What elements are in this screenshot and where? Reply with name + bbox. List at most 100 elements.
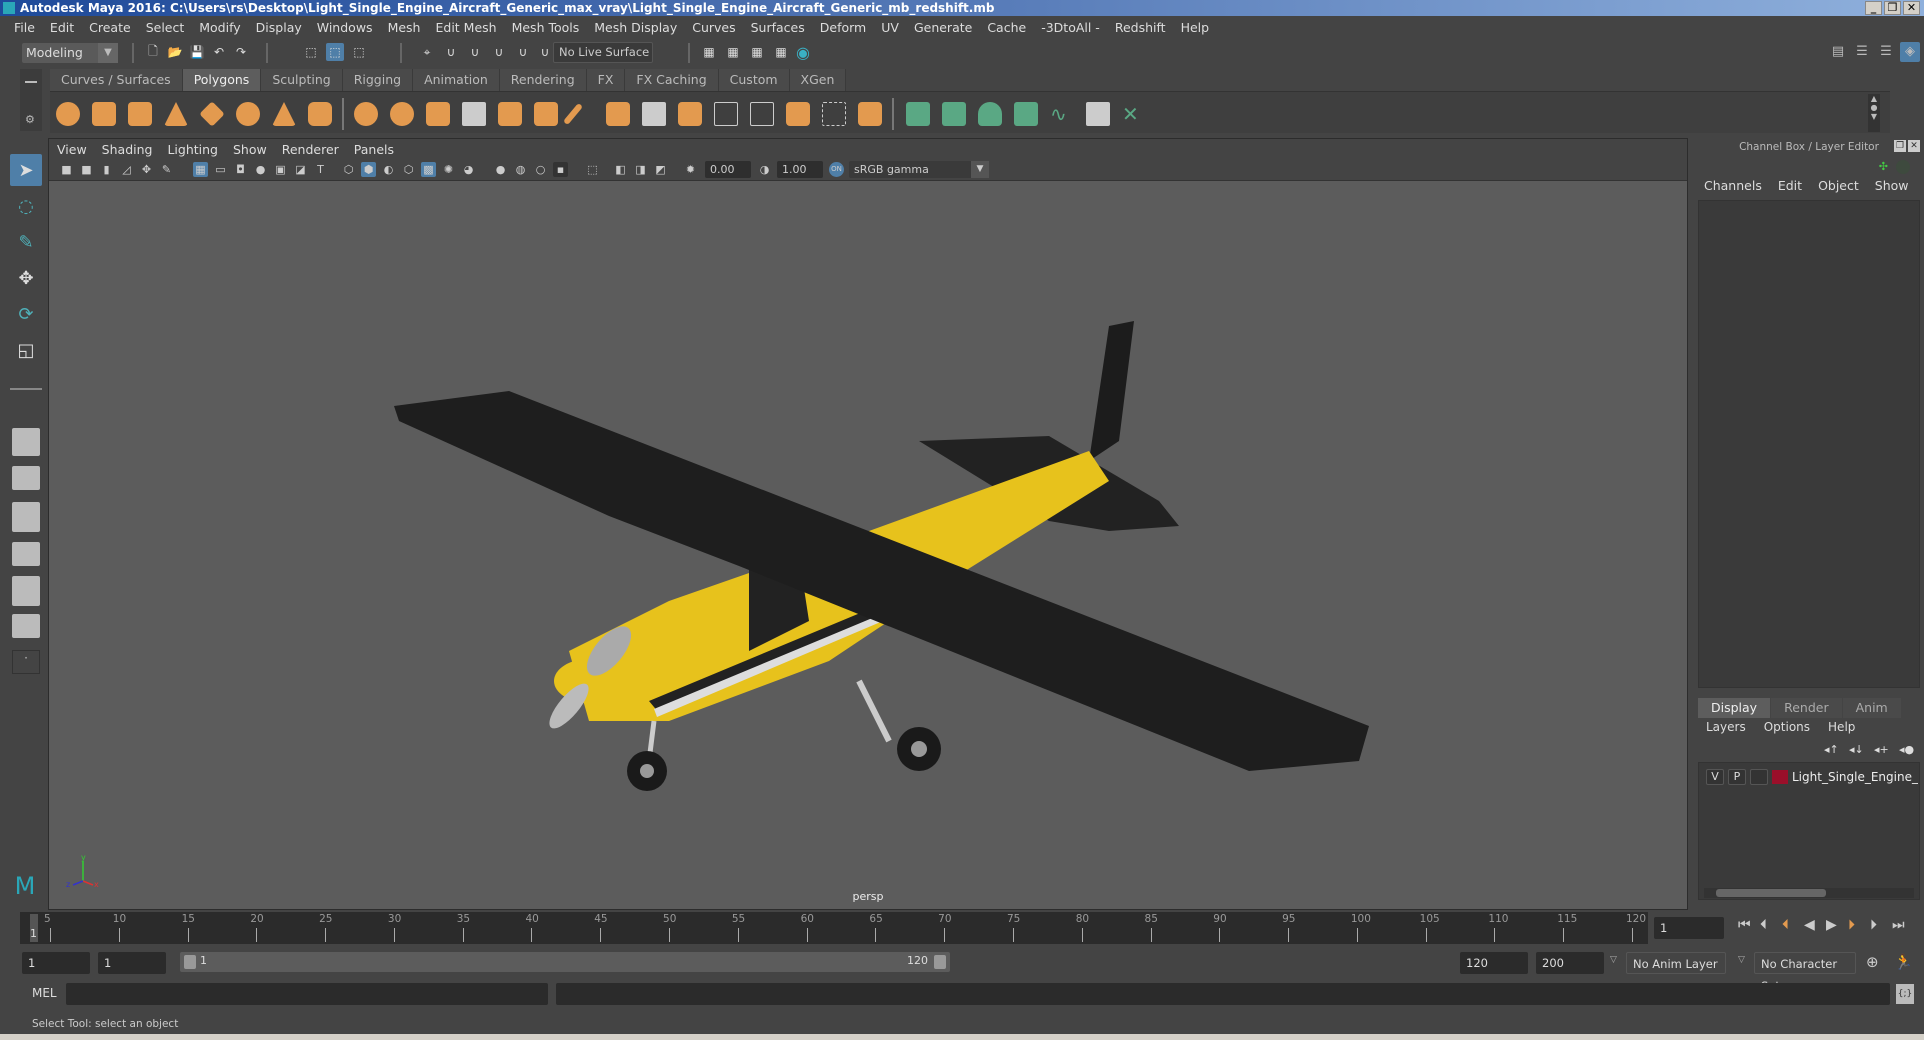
shelf-tab-fx[interactable]: FX	[586, 69, 626, 91]
layer-tab-display[interactable]: Display	[1698, 698, 1771, 718]
rotate-tool-icon[interactable]: ⟳	[10, 298, 42, 330]
menu-cache[interactable]: Cache	[987, 20, 1026, 35]
snap-live-icon[interactable]: ∪	[514, 43, 532, 61]
shelf-scroll-icon[interactable]: ▲ ● ▼	[1868, 94, 1880, 132]
menu-select[interactable]: Select	[146, 20, 185, 35]
menu-surfaces[interactable]: Surfaces	[751, 20, 805, 35]
scale-tool-icon[interactable]: ◱	[10, 334, 42, 366]
gamma-field[interactable]: 1.00	[777, 161, 823, 178]
manipulator-icon[interactable]: ✣	[1879, 160, 1888, 173]
go-to-end-icon[interactable]: ⏭	[1892, 917, 1905, 933]
persp-graph-hypershade-layout-icon[interactable]	[12, 614, 40, 638]
move-layer-down-icon[interactable]: ◂↓	[1849, 743, 1864, 756]
separate-icon[interactable]	[390, 102, 414, 126]
menu-edit[interactable]: Edit	[50, 20, 74, 35]
shelf-tab-curves-surfaces[interactable]: Curves / Surfaces	[50, 69, 183, 91]
bevel-icon[interactable]	[606, 102, 630, 126]
menu-display[interactable]: Display	[256, 20, 302, 35]
select-tool-icon[interactable]: ➤	[10, 154, 42, 186]
color-space-dropdown[interactable]: sRGB gamma ▼	[849, 161, 989, 178]
animation-preferences-icon[interactable]: 🏃	[1894, 953, 1913, 971]
shelf-tab-rendering[interactable]: Rendering	[499, 69, 587, 91]
menu-windows[interactable]: Windows	[317, 20, 373, 35]
snap-point-icon[interactable]: ∪	[466, 43, 484, 61]
play-backwards-icon[interactable]: ◀	[1804, 917, 1815, 933]
select-object-icon[interactable]: ⬚	[326, 43, 344, 61]
scrollbar-thumb[interactable]	[1716, 889, 1826, 897]
hypershade-layout-icon[interactable]	[12, 576, 40, 606]
menu-help[interactable]: Help	[1181, 20, 1210, 35]
uv-editor-icon[interactable]	[1086, 102, 1110, 126]
poly-plane-icon[interactable]	[199, 101, 225, 127]
xray-joints-icon[interactable]: ◩	[653, 162, 668, 177]
menu-3dtoall[interactable]: -3DtoAll -	[1041, 20, 1100, 35]
layer-name[interactable]: Light_Single_Engine_Aircraft	[1792, 770, 1918, 784]
bridge-icon[interactable]	[562, 102, 584, 126]
target-weld-icon[interactable]	[786, 102, 810, 126]
grid-icon[interactable]: ▦	[193, 162, 208, 177]
automatic-map-icon[interactable]	[1014, 102, 1038, 126]
menu-curves[interactable]: Curves	[692, 20, 735, 35]
mirror-icon[interactable]	[498, 102, 522, 126]
poly-cone-icon[interactable]	[164, 102, 188, 126]
2d-pan-zoom-icon[interactable]: ✥	[139, 162, 154, 177]
layer-menu-options[interactable]: Options	[1764, 720, 1810, 734]
close-panel-icon[interactable]: ✕	[1908, 140, 1920, 152]
channel-box-toggle-icon[interactable]: ◈	[1900, 42, 1920, 62]
end-time-field[interactable]: 200	[1536, 952, 1604, 974]
smooth-icon[interactable]	[426, 102, 450, 126]
layer-visibility-toggle[interactable]: V	[1706, 769, 1724, 785]
persp-graph-layout-icon[interactable]	[12, 542, 40, 566]
use-default-material-icon[interactable]: ◐	[381, 162, 396, 177]
menu-uv[interactable]: UV	[881, 20, 899, 35]
channel-menu-edit[interactable]: Edit	[1778, 178, 1802, 193]
xray-icon[interactable]: ◧	[613, 162, 628, 177]
field-chart-icon[interactable]: ▣	[273, 162, 288, 177]
poly-pyramid-icon[interactable]	[272, 102, 296, 126]
range-end-handle[interactable]	[934, 955, 946, 969]
anim-layer-dropdown[interactable]: No Anim Layer	[1626, 952, 1726, 974]
layer-tab-anim[interactable]: Anim	[1842, 698, 1901, 718]
four-view-layout-icon[interactable]	[12, 466, 40, 490]
safe-title-icon[interactable]: T	[313, 162, 328, 177]
poly-cube-icon[interactable]	[92, 102, 116, 126]
layer-menu-layers[interactable]: Layers	[1706, 720, 1746, 734]
tool-settings-icon[interactable]: ☰	[1876, 42, 1896, 62]
time-slider[interactable]: 1 5 10 15 20 25 30 35 40 45 50 55 60 65 70 75 80 85 90 95 1…	[20, 912, 1648, 944]
spherical-map-icon[interactable]	[978, 102, 1002, 126]
viewport-menu-lighting[interactable]: Lighting	[167, 142, 218, 157]
close-button[interactable]: ✕	[1903, 1, 1920, 15]
motion-blur-icon[interactable]: ◍	[513, 162, 528, 177]
step-forward-frame-icon[interactable]: ⏵	[1870, 917, 1877, 933]
viewport-menu-renderer[interactable]: Renderer	[282, 142, 339, 157]
select-hierarchy-icon[interactable]: ⬚	[302, 43, 320, 61]
collapse-icon[interactable]	[822, 102, 846, 126]
viewport-menu-show[interactable]: Show	[233, 142, 267, 157]
exposure-field[interactable]: 0.00	[705, 161, 751, 178]
menu-redshift[interactable]: Redshift	[1115, 20, 1166, 35]
persp-outliner-layout-icon[interactable]	[12, 502, 40, 532]
command-input[interactable]	[66, 983, 548, 1005]
viewport-menu-panels[interactable]: Panels	[354, 142, 394, 157]
menu-create[interactable]: Create	[89, 20, 131, 35]
layer-list-scrollbar[interactable]	[1704, 888, 1914, 898]
more-layouts-button[interactable]: ·	[12, 650, 40, 674]
resolution-gate-icon[interactable]: ◘	[233, 162, 248, 177]
safe-action-icon[interactable]: ◪	[293, 162, 308, 177]
attribute-editor-icon[interactable]: ☰	[1852, 42, 1872, 62]
xray-active-components-icon[interactable]: ◨	[633, 162, 648, 177]
restore-button[interactable]: ❐	[1884, 1, 1901, 15]
layer-type-toggle[interactable]	[1750, 769, 1768, 785]
ipr-render-icon[interactable]: ▦	[748, 43, 766, 61]
smooth-shade-icon[interactable]: ⬢	[361, 162, 376, 177]
layer-row[interactable]: V P Light_Single_Engine_Aircraft	[1700, 766, 1918, 788]
shelf-menu-icon[interactable]	[25, 81, 37, 83]
menu-modify[interactable]: Modify	[199, 20, 240, 35]
move-layer-up-icon[interactable]: ◂↑	[1824, 743, 1839, 756]
start-time-field[interactable]: 1	[22, 952, 90, 974]
shelf-tab-fx-caching[interactable]: FX Caching	[625, 69, 719, 91]
playback-start-field[interactable]: 1	[98, 952, 166, 974]
auto-key-icon[interactable]: ⊕	[1866, 953, 1879, 971]
step-back-frame-icon[interactable]: ⏴	[1760, 917, 1767, 933]
bookmark-icon[interactable]: ▮	[99, 162, 114, 177]
